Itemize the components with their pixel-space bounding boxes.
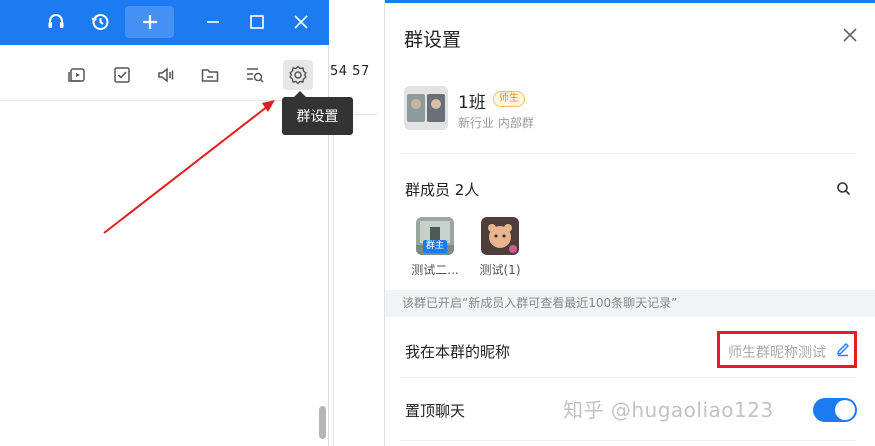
- nickname-label: 我在本群的昵称: [405, 343, 511, 361]
- pin-chat-toggle[interactable]: [813, 398, 857, 422]
- member-name: 测试(1): [479, 263, 521, 277]
- member-item[interactable]: 群主 测试二...: [409, 217, 461, 278]
- members-title: 群成员 2人: [405, 181, 480, 199]
- plus-icon: [142, 15, 157, 29]
- divider: [400, 153, 856, 154]
- group-name: 1班: [458, 93, 486, 113]
- divider: [400, 377, 856, 378]
- history-notice: 该群已开启“新成员入群可查看最近100条聊天记录”: [385, 290, 875, 317]
- scrollbar[interactable]: [319, 406, 326, 439]
- member-item[interactable]: 测试(1): [474, 217, 526, 278]
- member-avatar: [481, 217, 519, 255]
- chat-window: [0, 0, 329, 446]
- group-subtitle: 新行业 内部群: [458, 116, 534, 130]
- headset-icon[interactable]: [42, 8, 70, 36]
- owner-tag: 群主: [423, 240, 447, 253]
- add-button[interactable]: [125, 6, 174, 38]
- group-settings-icon[interactable]: [283, 60, 313, 90]
- member-avatar: 群主: [416, 217, 454, 255]
- search-icon[interactable]: [835, 180, 853, 198]
- history-icon[interactable]: [86, 8, 114, 36]
- close-window-icon[interactable]: [287, 8, 315, 36]
- minimize-icon[interactable]: [199, 8, 227, 36]
- toolbar-numbers: 54 57: [330, 64, 370, 79]
- maximize-icon[interactable]: [243, 8, 271, 36]
- panel-title: 群设置: [404, 29, 462, 51]
- group-settings-panel: 群设置 1班 师生 新行业 内部群 群成员 2人 群主 测试二... 测试(1)…: [384, 0, 875, 446]
- divider: [400, 440, 856, 441]
- announcement-icon[interactable]: [151, 60, 181, 90]
- pin-chat-label: 置顶聊天: [405, 402, 466, 420]
- settings-tooltip: 群设置: [282, 91, 353, 135]
- title-bar: [0, 0, 329, 45]
- edit-icon[interactable]: [835, 341, 851, 357]
- video-icon[interactable]: [62, 60, 92, 90]
- divider: [0, 100, 329, 101]
- group-type-badge: 师生: [493, 91, 525, 107]
- search-history-icon[interactable]: [240, 60, 270, 90]
- member-name: 测试二...: [411, 263, 459, 277]
- folder-icon[interactable]: [195, 60, 225, 90]
- close-icon[interactable]: [837, 22, 863, 48]
- group-avatar[interactable]: [404, 86, 448, 130]
- chat-toolbar: [0, 56, 329, 94]
- nickname-field[interactable]: 师生群昵称测试: [728, 342, 826, 362]
- panel-accent-line: [385, 0, 875, 3]
- watermark: 知乎 @hugaoliao123: [563, 398, 774, 422]
- side-pane: [333, 114, 377, 446]
- task-check-icon[interactable]: [107, 60, 137, 90]
